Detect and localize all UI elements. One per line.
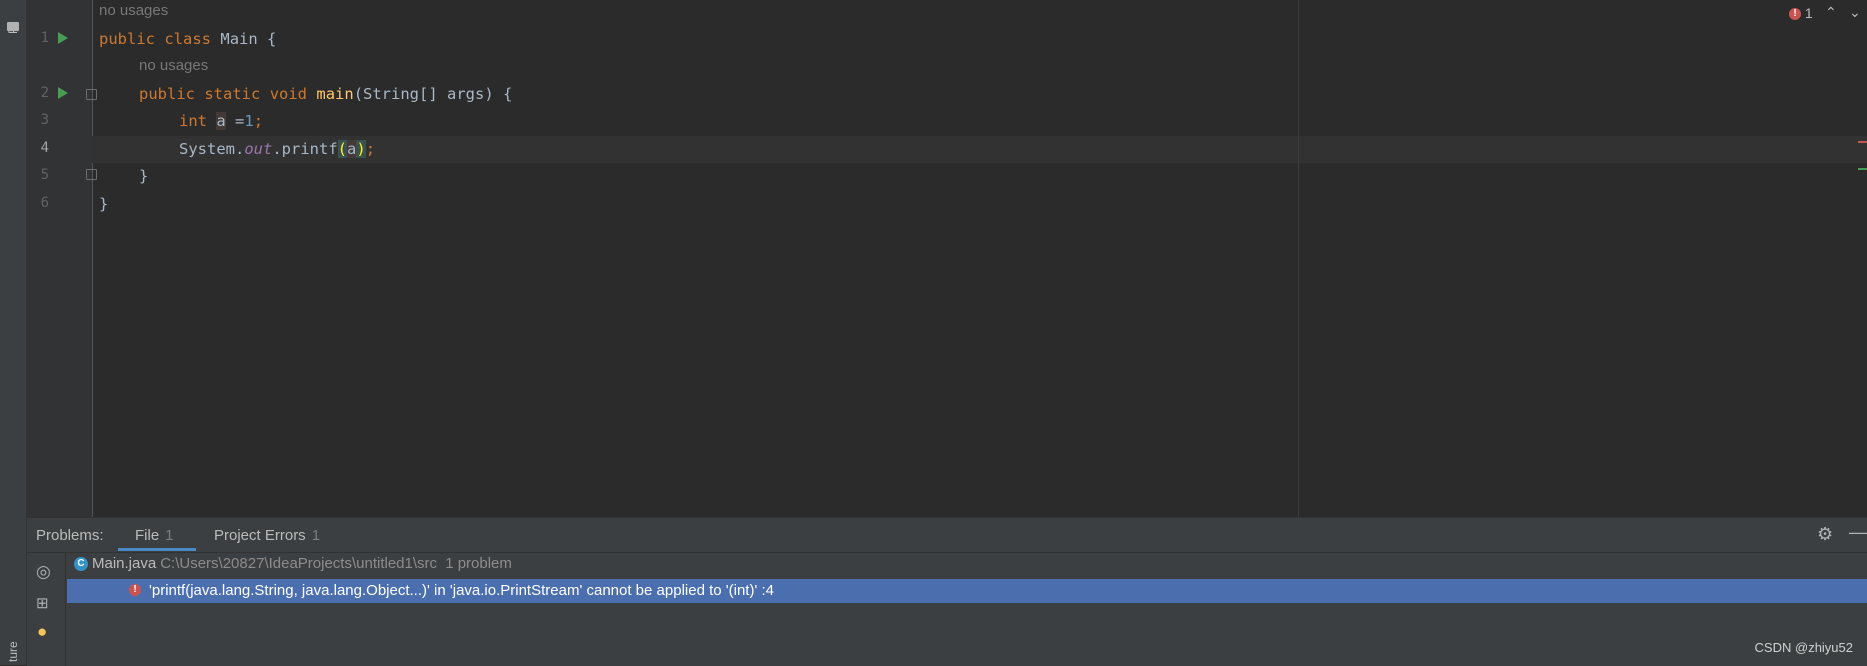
code-line-3: int a =1; xyxy=(179,112,264,130)
java-class-icon: C xyxy=(74,557,88,572)
run-class-icon[interactable] xyxy=(58,32,68,44)
minimize-icon[interactable]: — xyxy=(1849,522,1867,543)
problems-tabbar: Problems: File 1 Project Errors 1 ⚙ — xyxy=(27,518,1867,553)
code-line-2: public static void main(String[] args) { xyxy=(139,85,513,103)
line-number: 4 xyxy=(40,140,49,156)
problem-error-row[interactable]: ! 'printf(java.lang.String, java.lang.Ob… xyxy=(67,579,1867,603)
tab-file[interactable]: File 1 xyxy=(135,527,174,544)
watermark: CSDN @zhiyu52 xyxy=(1754,640,1853,655)
error-count-badge[interactable]: ! 1 xyxy=(1789,5,1813,21)
code-line-4: System.out.printf(a); xyxy=(179,140,376,158)
run-main-icon[interactable] xyxy=(58,87,68,99)
problem-file-row[interactable]: C Main.java C:\Users\20827\IdeaProjects\un… xyxy=(74,555,512,579)
autoscroll-icon[interactable]: ◎ xyxy=(36,562,51,582)
inlay-usages-hint[interactable]: no usages xyxy=(99,2,168,19)
active-tab-underline xyxy=(118,548,196,551)
line-number: 1 xyxy=(40,30,49,46)
ok-stripe-mark xyxy=(1858,168,1867,170)
inlay-usages-hint[interactable]: no usages xyxy=(139,57,208,74)
problem-filename: Main.java xyxy=(92,555,157,572)
structure-tool-tab[interactable]: ture xyxy=(6,641,20,662)
code-editor[interactable]: no usages public class Main { no usages … xyxy=(92,0,1867,517)
error-icon: ! xyxy=(129,584,141,596)
problem-message: 'printf(java.lang.String, java.lang.Obje… xyxy=(149,582,774,599)
code-line-1: public class Main { xyxy=(99,30,277,48)
error-stripe-mark[interactable] xyxy=(1858,141,1867,143)
line-number: 3 xyxy=(40,112,49,128)
line-number: 2 xyxy=(40,85,49,101)
next-highlight-icon[interactable]: ⌄ xyxy=(1849,4,1861,21)
gear-icon[interactable]: ⚙ xyxy=(1817,524,1833,545)
tab-project-errors[interactable]: Project Errors 1 xyxy=(214,527,320,544)
line-number: 6 xyxy=(40,195,49,211)
problems-panel: Problems: File 1 Project Errors 1 ⚙ — ◎ ⊞ … xyxy=(27,517,1867,666)
folder-icon xyxy=(7,22,19,31)
code-line-6: } xyxy=(99,195,109,213)
previous-highlight-icon[interactable]: ⌃ xyxy=(1825,4,1837,21)
line-number: 5 xyxy=(40,167,49,183)
problem-summary: 1 problem xyxy=(445,555,512,572)
problems-toolbar: ◎ ⊞ ● xyxy=(27,552,66,666)
lightbulb-icon[interactable]: ● xyxy=(37,622,47,642)
error-icon: ! xyxy=(1789,8,1801,21)
editor-gutter xyxy=(27,0,93,517)
problems-title: Problems: xyxy=(36,527,104,544)
error-count: 1 xyxy=(1804,5,1813,21)
left-tool-strip: Pr ture xyxy=(0,0,27,665)
code-line-5: } xyxy=(139,167,149,185)
problem-file-path: C:\Users\20827\IdeaProjects\untitled1\sr… xyxy=(160,555,438,572)
group-by-icon[interactable]: ⊞ xyxy=(36,594,49,612)
